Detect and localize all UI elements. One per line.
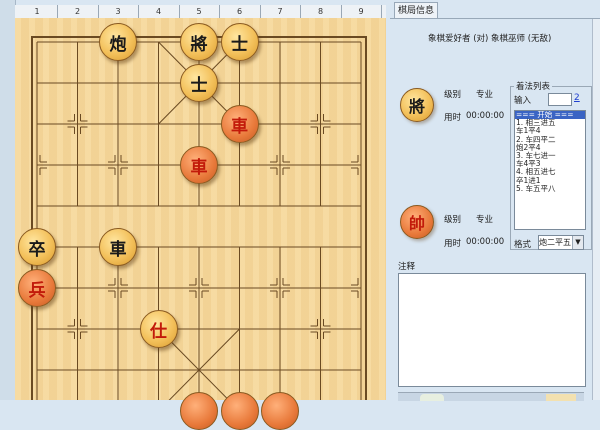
chess-piece[interactable]: [180, 392, 218, 430]
bottom-player-avatar: 帥: [400, 205, 434, 239]
format-select-value: 炮二平五: [539, 238, 571, 247]
move-list[interactable]: === 开始 === 1. 相三进五 车1平4 2. 车四平二 炮2平4 3. 车七进…: [514, 110, 586, 230]
top-level-value: 专业: [476, 90, 494, 100]
chess-piece[interactable]: 車: [99, 228, 137, 266]
move-list-item[interactable]: 5. 车五平八: [515, 184, 585, 193]
chess-piece[interactable]: 仕: [139, 310, 178, 348]
left-edge-strip: [0, 0, 16, 400]
chess-piece[interactable]: 士: [220, 23, 259, 61]
bottom-time-label: 用时: [444, 239, 462, 249]
top-level-label: 级别: [444, 90, 462, 100]
move-input-field[interactable]: [548, 93, 572, 106]
file-number-ruler: 1 2 3 4 5 6 7 8 9: [15, 5, 386, 19]
ruler-number: 6: [236, 7, 243, 16]
top-time-value: 00:00:00: [466, 111, 505, 121]
move-input-link[interactable]: 2: [574, 93, 580, 103]
bottom-time-value: 00:00:00: [466, 237, 505, 247]
chevron-down-icon[interactable]: ▼: [572, 236, 583, 249]
format-select[interactable]: 炮二平五 ▼: [538, 235, 584, 250]
game-info-panel: 棋局信息 象棋爱好者 (对) 象棋巫师 (无敌) 將 级别 专业 用时 00:0…: [390, 0, 600, 401]
ruler-number: 8: [317, 7, 324, 16]
ruler-tick: [340, 5, 342, 18]
ruler-tick: [259, 5, 261, 18]
ruler-number: 4: [155, 7, 162, 16]
chess-piece[interactable]: 車: [220, 105, 259, 143]
chess-piece[interactable]: [220, 392, 259, 430]
ruler-number: 2: [74, 7, 81, 16]
chess-board[interactable]: 炮將士士車車卒車兵仕: [15, 18, 386, 430]
chess-piece[interactable]: 士: [180, 64, 218, 102]
tab-divider: [390, 18, 600, 19]
ruler-number: 7: [277, 7, 283, 16]
panel-scrollbar[interactable]: [592, 19, 600, 400]
ruler-tick: [138, 5, 139, 18]
ruler-number: 5: [196, 7, 202, 16]
ruler-tick: [97, 5, 99, 18]
chess-piece[interactable]: [261, 392, 299, 430]
ruler-tick: [300, 5, 301, 18]
notes-textarea[interactable]: [398, 273, 586, 387]
format-label: 格式: [514, 240, 532, 250]
top-time-label: 用时: [444, 113, 462, 123]
move-input-label: 输入: [514, 96, 532, 106]
chess-piece[interactable]: 炮: [99, 23, 137, 61]
ruler-number: 9: [358, 7, 364, 16]
tab-game-info[interactable]: 棋局信息: [394, 2, 438, 19]
players-line: 象棋爱好者 (对) 象棋巫师 (无敌): [428, 34, 552, 44]
chess-piece[interactable]: 卒: [18, 228, 56, 266]
bottom-level-value: 专业: [476, 215, 494, 225]
ruler-tick: [57, 5, 58, 18]
ruler-number: 1: [34, 7, 40, 16]
ruler-tick: [178, 5, 180, 18]
chess-piece[interactable]: 車: [180, 146, 218, 184]
ruler-number: 3: [115, 7, 121, 16]
move-list-title: 着法列表: [514, 80, 553, 92]
chess-piece[interactable]: 兵: [18, 269, 56, 307]
chess-piece[interactable]: 將: [180, 23, 218, 61]
top-player-avatar: 將: [400, 88, 434, 122]
ruler-tick: [381, 5, 382, 18]
bottom-level-label: 级别: [444, 215, 462, 225]
notes-label: 注释: [398, 262, 416, 272]
ruler-tick: [219, 5, 220, 18]
